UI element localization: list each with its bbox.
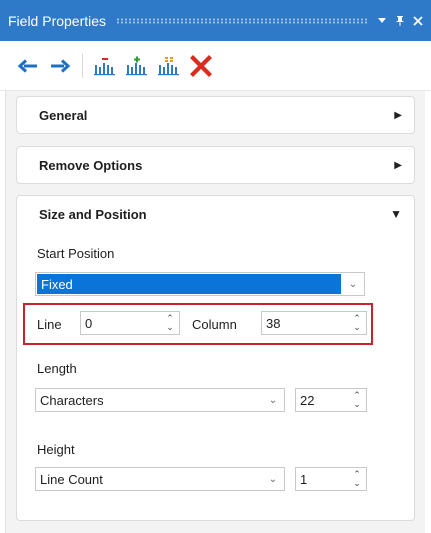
back-button[interactable] xyxy=(12,50,44,82)
red-x-icon xyxy=(190,54,212,77)
height-label: Height xyxy=(37,442,75,457)
section-general-title: General xyxy=(39,107,88,123)
section-general-header[interactable]: General ▶ xyxy=(17,97,414,133)
titlebar-grip[interactable] xyxy=(116,17,367,24)
height-unit-value: Line Count xyxy=(40,471,103,487)
section-remove-options-title: Remove Options xyxy=(39,157,143,173)
chevron-down-icon: ⌄ xyxy=(348,278,358,290)
collapsed-arrow-icon: ▶ xyxy=(394,109,402,121)
dropdown-icon[interactable] xyxy=(377,17,387,25)
add-field-button[interactable] xyxy=(121,50,153,82)
length-label: Length xyxy=(37,361,77,376)
section-general: General ▶ xyxy=(16,96,415,134)
length-unit-select[interactable]: Characters ⌄ xyxy=(35,388,285,412)
column-value: 38 xyxy=(266,315,281,331)
stepper-arrows-icon[interactable]: ⌃ ⌄ xyxy=(348,314,366,332)
stepper-arrows-icon[interactable]: ⌃ ⌄ xyxy=(348,470,366,488)
section-size-position-header[interactable]: Size and Position ▼ xyxy=(17,196,414,232)
section-remove-options: Remove Options ▶ xyxy=(16,146,415,184)
start-position-select[interactable]: Fixed ⌄ xyxy=(35,272,365,296)
chevron-down-icon: ⌄ xyxy=(268,394,278,406)
close-icon[interactable] xyxy=(413,15,423,26)
forward-button[interactable] xyxy=(44,50,76,82)
panel-titlebar: Field Properties xyxy=(0,0,431,41)
stepper-arrows-icon[interactable]: ⌃ ⌄ xyxy=(161,314,179,332)
line-value: 0 xyxy=(85,315,93,331)
remove-field-button[interactable] xyxy=(89,50,121,82)
section-remove-options-header[interactable]: Remove Options ▶ xyxy=(17,147,414,183)
pin-icon[interactable] xyxy=(395,15,405,27)
chart-grid-icon xyxy=(158,56,179,75)
stepper-arrows-icon[interactable]: ⌃ ⌄ xyxy=(348,391,366,409)
chart-minus-icon xyxy=(94,57,115,75)
delete-button[interactable] xyxy=(185,50,217,82)
height-unit-select[interactable]: Line Count ⌄ xyxy=(35,467,285,491)
panel-title: Field Properties xyxy=(8,12,107,29)
chevron-down-icon: ⌄ xyxy=(268,473,278,485)
height-value: 1 xyxy=(300,471,308,487)
height-stepper[interactable]: 1 ⌃ ⌄ xyxy=(295,467,367,491)
line-stepper[interactable]: 0 ⌃ ⌄ xyxy=(80,311,180,335)
start-position-label: Start Position xyxy=(37,246,115,261)
auto-define-button[interactable] xyxy=(153,50,185,82)
length-stepper[interactable]: 22 ⌃ ⌄ xyxy=(295,388,367,412)
start-position-value: Fixed xyxy=(37,274,341,294)
length-value: 22 xyxy=(300,392,315,408)
chart-plus-icon xyxy=(126,56,147,75)
section-size-position-title: Size and Position xyxy=(39,206,147,222)
expanded-arrow-icon: ▼ xyxy=(390,207,402,221)
collapsed-arrow-icon: ▶ xyxy=(394,159,402,171)
toolbar-separator xyxy=(82,53,83,78)
arrow-left-icon xyxy=(17,58,37,73)
column-label: Column xyxy=(192,317,237,332)
toolbar xyxy=(0,41,431,91)
arrow-right-icon xyxy=(51,58,71,73)
length-unit-value: Characters xyxy=(40,392,104,408)
column-stepper[interactable]: 38 ⌃ ⌄ xyxy=(261,311,367,335)
line-label: Line xyxy=(37,317,62,332)
